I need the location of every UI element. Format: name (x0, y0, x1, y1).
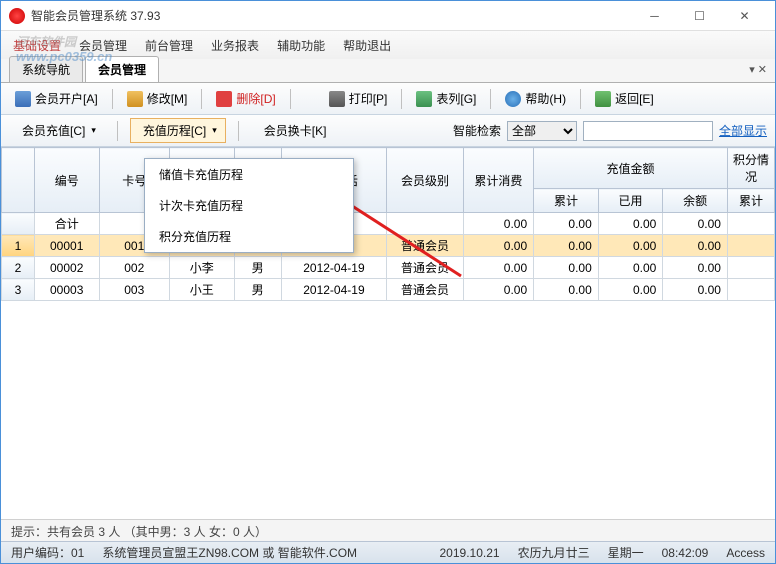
open-account-button[interactable]: 会员开户[A] (9, 87, 104, 110)
col-seq[interactable]: 编号 (34, 148, 99, 213)
footer: 用户编码：01 系统管理员宣盟王ZN98.COM 或 智能软件.COM 2019… (1, 541, 775, 563)
toolbar-main: 会员开户[A] 修改[M] 删除[D] 打印[P] 表列[G] 帮助(H) 返回… (1, 83, 775, 115)
tabstrip: 系统导航 会员管理 ▾ ✕ (1, 59, 775, 83)
help-button[interactable]: 帮助(H) (499, 87, 572, 110)
footer-time: 08:42:09 (662, 546, 709, 560)
menu-member[interactable]: 会员管理 (79, 37, 127, 54)
search-input[interactable] (583, 121, 713, 141)
menu-help[interactable]: 帮助退出 (343, 37, 391, 54)
search-scope-select[interactable]: 全部 (507, 121, 577, 141)
toolbar-secondary: 会员充值[C]▾ 充值历程[C]▾ 会员换卡[K] 智能检索 全部 全部显示 (1, 115, 775, 147)
delete-button[interactable]: 删除[D] (210, 87, 281, 110)
footer-weekday: 星期一 (608, 544, 644, 561)
columns-icon (416, 91, 432, 107)
chevron-down-icon: ▾ (91, 125, 96, 136)
titlebar: 智能会员管理系统 37.93 ─ ☐ ✕ (1, 1, 775, 31)
table-row[interactable]: 1 00001001 -19普通会员 0.00 0.00 0.00 0.00 (2, 235, 775, 257)
user-icon (15, 91, 31, 107)
edit-icon (127, 91, 143, 107)
columns-button[interactable]: 表列[G] (410, 87, 482, 110)
col-pts[interactable]: 积分情况 (727, 148, 774, 189)
user-code: 用户编码：01 (11, 544, 84, 561)
col-used[interactable]: 已用 (598, 189, 663, 213)
minimize-button[interactable]: ─ (632, 2, 677, 30)
back-button[interactable]: 返回[E] (589, 87, 660, 110)
menu-base[interactable]: 基础设置 (13, 37, 61, 54)
menu-aux[interactable]: 辅助功能 (277, 37, 325, 54)
status-text: 提示：共有会员 3 人 （其中男：3 人 女：0 人） (11, 525, 267, 539)
footer-date: 2019.10.21 (440, 546, 500, 560)
menu-front[interactable]: 前台管理 (145, 37, 193, 54)
col-recharge[interactable]: 充值金额 (534, 148, 728, 189)
tab-controls[interactable]: ▾ ✕ (749, 63, 767, 76)
col-level[interactable]: 会员级别 (387, 148, 463, 213)
show-all-link[interactable]: 全部显示 (719, 122, 767, 139)
sum-row: 合计 0.00 0.00 0.00 0.00 (2, 213, 775, 235)
col-bal[interactable]: 余额 (663, 189, 728, 213)
table-row[interactable]: 2 00002002 小李男 2012-04-19普通会员 0.00 0.00 … (2, 257, 775, 279)
tab-member[interactable]: 会员管理 (85, 56, 159, 82)
app-icon (9, 8, 25, 24)
help-icon (505, 91, 521, 107)
close-button[interactable]: ✕ (722, 2, 767, 30)
search-label: 智能检索 (453, 122, 501, 139)
menu-points-history[interactable]: 积分充值历程 (145, 221, 353, 252)
swap-card-button[interactable]: 会员换卡[K] (251, 118, 336, 143)
menu-report[interactable]: 业务报表 (211, 37, 259, 54)
col-acc[interactable]: 累计 (534, 189, 599, 213)
col-pts-acc[interactable]: 累计 (727, 189, 774, 213)
back-icon (595, 91, 611, 107)
footer-lunar: 农历九月廿三 (518, 544, 590, 561)
window-title: 智能会员管理系统 37.93 (31, 7, 632, 24)
charge-button[interactable]: 会员充值[C]▾ (9, 118, 105, 143)
history-button[interactable]: 充值历程[C]▾ (130, 118, 226, 143)
history-dropdown-menu: 储值卡充值历程 计次卡充值历程 积分充值历程 (144, 158, 354, 253)
print-icon (329, 91, 345, 107)
menu-count-card-history[interactable]: 计次卡充值历程 (145, 190, 353, 221)
print-button[interactable]: 打印[P] (323, 87, 394, 110)
col-spend[interactable]: 累计消费 (463, 148, 533, 213)
statusbar: 提示：共有会员 3 人 （其中男：3 人 女：0 人） (1, 519, 775, 541)
delete-icon (216, 91, 232, 107)
menu-stored-card-history[interactable]: 储值卡充值历程 (145, 159, 353, 190)
footer-db: Access (726, 546, 765, 560)
edit-button[interactable]: 修改[M] (121, 87, 194, 110)
manager-info: 系统管理员宣盟王ZN98.COM 或 智能软件.COM (102, 544, 357, 561)
menubar: 基础设置 会员管理 前台管理 业务报表 辅助功能 帮助退出 (1, 31, 775, 59)
maximize-button[interactable]: ☐ (677, 2, 722, 30)
table-row[interactable]: 3 00003003 小王男 2012-04-19普通会员 0.00 0.00 … (2, 279, 775, 301)
chevron-down-icon: ▾ (212, 125, 217, 136)
tab-nav[interactable]: 系统导航 (9, 56, 83, 82)
member-grid: 编号 卡号 姓名 性别 移动电话 会员级别 累计消费 充值金额 积分情况 累计 … (1, 147, 775, 301)
